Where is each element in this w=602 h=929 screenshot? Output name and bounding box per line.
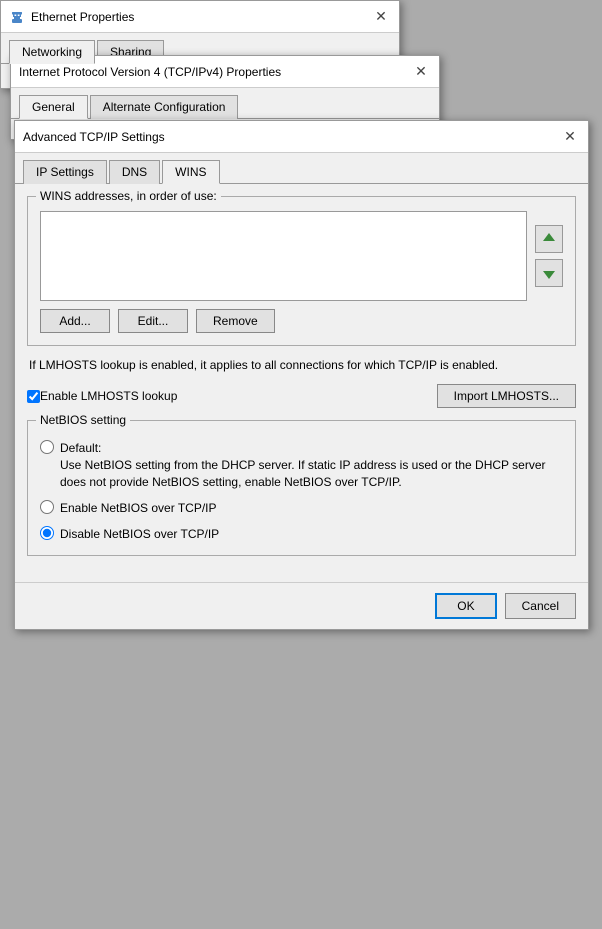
netbios-enable-label[interactable]: Enable NetBIOS over TCP/IP	[60, 499, 217, 517]
remove-button[interactable]: Remove	[196, 309, 275, 333]
wins-action-buttons: Add... Edit... Remove	[40, 309, 563, 333]
netbios-default-radio[interactable]	[40, 440, 54, 454]
netbios-enable-radio[interactable]	[40, 500, 54, 514]
lmhosts-checkbox-label[interactable]: Enable LMHOSTS lookup	[40, 389, 177, 403]
advanced-tab-bar: IP Settings DNS WINS	[15, 153, 588, 184]
ipv4-title-text: Internet Protocol Version 4 (TCP/IPv4) P…	[19, 65, 281, 79]
ipv4-close-button[interactable]: ✕	[411, 62, 431, 82]
netbios-default-option: Default: Use NetBIOS setting from the DH…	[40, 439, 563, 491]
advanced-close-button[interactable]: ✕	[560, 127, 580, 147]
tab-dns[interactable]: DNS	[109, 160, 160, 184]
edit-button[interactable]: Edit...	[118, 309, 188, 333]
ethernet-title-bar: Ethernet Properties ✕	[1, 1, 399, 33]
move-down-button[interactable]	[535, 259, 563, 287]
ethernet-title-text: Ethernet Properties	[31, 10, 134, 24]
tab-general[interactable]: General	[19, 95, 88, 119]
arrow-buttons	[535, 211, 563, 301]
advanced-tcpip-window: Advanced TCP/IP Settings ✕ IP Settings D…	[14, 120, 589, 630]
netbios-legend: NetBIOS setting	[36, 413, 130, 427]
dialog-footer: OK Cancel	[15, 582, 588, 629]
advanced-title-text: Advanced TCP/IP Settings	[23, 130, 165, 144]
wins-area	[40, 211, 563, 301]
ethernet-icon	[9, 9, 25, 25]
up-arrow-icon	[541, 231, 557, 247]
netbios-enable-option: Enable NetBIOS over TCP/IP	[40, 499, 563, 517]
advanced-content: WINS addresses, in order of use:	[15, 184, 588, 578]
cancel-button[interactable]: Cancel	[505, 593, 576, 619]
ipv4-tab-bar: General Alternate Configuration	[11, 88, 439, 119]
down-arrow-icon	[541, 265, 557, 281]
import-lmhosts-button[interactable]: Import LMHOSTS...	[437, 384, 576, 408]
tab-networking[interactable]: Networking	[9, 40, 95, 64]
netbios-default-label[interactable]: Default:	[60, 439, 101, 457]
wins-addresses-legend: WINS addresses, in order of use:	[36, 189, 221, 203]
add-button[interactable]: Add...	[40, 309, 110, 333]
move-up-button[interactable]	[535, 225, 563, 253]
wins-addresses-group: WINS addresses, in order of use:	[27, 196, 576, 346]
lmhosts-checkbox[interactable]	[27, 390, 40, 403]
netbios-disable-option: Disable NetBIOS over TCP/IP	[40, 525, 563, 543]
lmhosts-row: Enable LMHOSTS lookup Import LMHOSTS...	[27, 384, 576, 408]
tab-ip-settings[interactable]: IP Settings	[23, 160, 107, 184]
netbios-disable-label[interactable]: Disable NetBIOS over TCP/IP	[60, 525, 219, 543]
advanced-title-bar: Advanced TCP/IP Settings ✕	[15, 121, 588, 153]
tab-wins[interactable]: WINS	[162, 160, 219, 184]
netbios-radio-group: Default: Use NetBIOS setting from the DH…	[40, 439, 563, 543]
lmhosts-info-text: If LMHOSTS lookup is enabled, it applies…	[27, 356, 576, 374]
ok-button[interactable]: OK	[435, 593, 496, 619]
ethernet-close-button[interactable]: ✕	[371, 7, 391, 27]
netbios-disable-radio[interactable]	[40, 526, 54, 540]
netbios-default-desc: Use NetBIOS setting from the DHCP server…	[60, 457, 563, 491]
wins-listbox[interactable]	[40, 211, 527, 301]
netbios-group: NetBIOS setting Default: Use NetBIOS set…	[27, 420, 576, 556]
tab-alternate-config[interactable]: Alternate Configuration	[90, 95, 239, 119]
